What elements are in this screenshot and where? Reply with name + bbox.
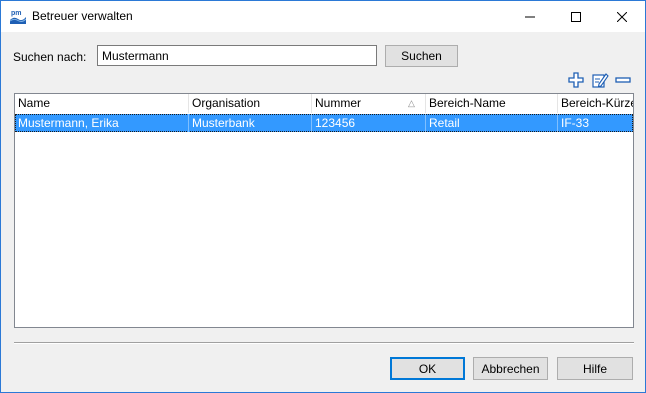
maximize-button[interactable]: [553, 1, 599, 32]
cancel-button[interactable]: Abbrechen: [473, 357, 548, 380]
title-bar[interactable]: pm Betreuer verwalten: [1, 1, 645, 32]
column-header-bereich-name[interactable]: Bereich-Name: [426, 94, 558, 113]
help-button[interactable]: Hilfe: [557, 357, 633, 380]
sort-ascending-icon: △: [408, 98, 415, 108]
edit-icon[interactable]: [591, 71, 609, 89]
column-header-name[interactable]: Name: [15, 94, 189, 113]
table-header: Name Organisation Nummer △ Bereich-Name …: [15, 94, 633, 113]
dialog-window: pm Betreuer verwalten Suchen nach: Suche…: [0, 0, 646, 393]
column-header-nummer: Nummer: [315, 96, 362, 110]
cell-organisation: Musterbank: [189, 114, 312, 132]
minimize-icon: [525, 16, 535, 17]
column-header-bereich-kuerzel[interactable]: Bereich-Kürzel: [558, 94, 633, 113]
close-button[interactable]: [599, 1, 645, 32]
maximize-icon: [571, 11, 581, 22]
column-header-organisation[interactable]: Organisation: [189, 94, 312, 113]
cell-name: Mustermann, Erika: [15, 114, 189, 132]
search-label: Suchen nach:: [13, 50, 87, 64]
cell-bereich-name: Retail: [426, 114, 558, 132]
search-button[interactable]: Suchen: [385, 45, 458, 67]
close-icon: [617, 11, 627, 22]
betreuer-table[interactable]: Name Organisation Nummer △ Bereich-Name …: [14, 93, 634, 328]
window-title: Betreuer verwalten: [32, 9, 133, 23]
remove-icon[interactable]: [614, 71, 632, 89]
svg-text:pm: pm: [11, 10, 22, 17]
cell-bereich-kuerzel: IF-33: [561, 116, 590, 130]
column-header-nummer-cell[interactable]: Nummer △: [312, 94, 426, 113]
search-input[interactable]: [97, 45, 377, 66]
add-icon[interactable]: [567, 71, 585, 89]
divider: [14, 342, 634, 344]
app-logo-icon: pm: [10, 8, 26, 24]
table-row[interactable]: Mustermann, Erika Musterbank 123456 Reta…: [15, 114, 633, 132]
cell-nummer: 123456: [312, 114, 426, 132]
ok-button[interactable]: OK: [390, 357, 465, 380]
minimize-button[interactable]: [507, 1, 553, 32]
